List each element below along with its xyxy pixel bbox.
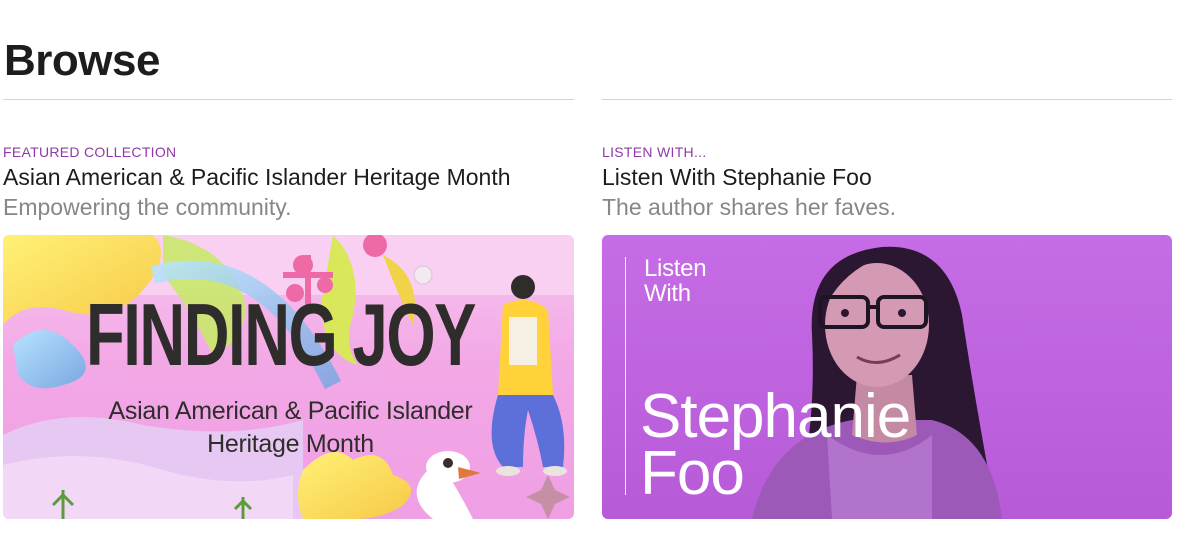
listen-with-card[interactable]: LISTEN WITH... Listen With Stephanie Foo… (602, 143, 1172, 519)
page-title: Browse (4, 36, 160, 85)
finding-joy-artwork[interactable]: FINDING JOY Asian American & Pacific Isl… (3, 235, 574, 519)
card-eyebrow: LISTEN WITH... (602, 144, 707, 160)
divider-right (602, 99, 1172, 100)
finding-joy-subline-1: Asian American & Pacific Islander (108, 397, 473, 425)
stephanie-foo-artwork[interactable]: Listen With Stephanie Foo (602, 235, 1172, 519)
card-title[interactable]: Asian American & Pacific Islander Herita… (3, 162, 574, 192)
guest-name-line-1: Stephanie (640, 382, 911, 451)
browse-page: Browse FEATURED COLLECTION Asian America… (0, 0, 1200, 548)
finding-joy-subline: Asian American & Pacific Islander Herita… (43, 395, 538, 461)
finding-joy-subline-2: Heritage Month (207, 430, 374, 458)
card-subtitle: Empowering the community. (3, 194, 292, 220)
featured-collection-card[interactable]: FEATURED COLLECTION Asian American & Pac… (3, 143, 574, 519)
listen-with-line-1: Listen (644, 255, 707, 282)
card-eyebrow: FEATURED COLLECTION (3, 144, 177, 160)
divider-left (3, 99, 574, 100)
guest-name-line-2: Foo (640, 439, 745, 508)
listen-with-label: Listen With (644, 255, 707, 307)
listen-with-line-2: With (644, 280, 691, 307)
card-subtitle: The author shares her faves. (602, 194, 897, 220)
vertical-rule (625, 257, 626, 495)
finding-joy-headline: FINDING JOY (85, 285, 476, 384)
guest-name: Stephanie Foo (640, 382, 911, 508)
card-title[interactable]: Listen With Stephanie Foo (602, 162, 1172, 192)
